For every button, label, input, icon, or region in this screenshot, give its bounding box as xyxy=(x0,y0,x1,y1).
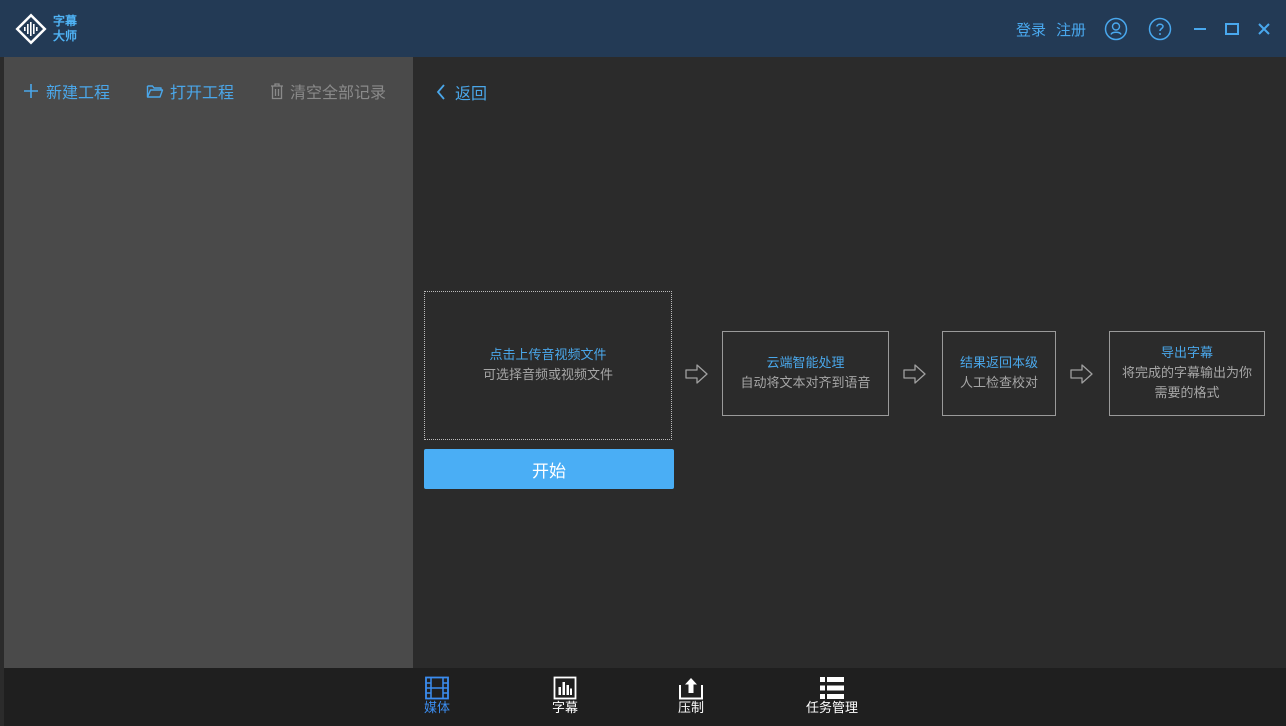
close-icon[interactable] xyxy=(1256,21,1272,37)
upload-icon xyxy=(679,678,703,700)
upload-dropzone[interactable]: 点击上传音视频文件 可选择音频或视频文件 xyxy=(424,291,672,440)
title-bar: 字幕 大师 登录 注册 xyxy=(0,0,1286,57)
trash-icon xyxy=(271,83,284,100)
upload-subtitle: 可选择音频或视频文件 xyxy=(482,367,613,383)
help-icon[interactable] xyxy=(1148,17,1172,41)
nav-media[interactable]: 媒体 xyxy=(424,676,450,717)
arrow-right-icon xyxy=(685,364,708,384)
new-project-button[interactable]: 新建工程 xyxy=(22,79,110,103)
film-icon xyxy=(425,676,449,700)
bottom-nav: 媒体 字幕 压制 任务管理 xyxy=(4,668,1286,726)
user-icon[interactable] xyxy=(1104,17,1128,41)
main-workspace: 返回 点击上传音视频文件 可选择音频或视频文件 开始 云端智能处理 自动将文本对… xyxy=(413,57,1286,668)
clear-records-button[interactable]: 清空全部记录 xyxy=(270,79,386,103)
open-project-label: 打开工程 xyxy=(170,83,235,102)
step-title: 云端智能处理 xyxy=(766,355,845,371)
nav-encode[interactable]: 压制 xyxy=(678,676,704,717)
step-title: 结果返回本级 xyxy=(959,355,1038,371)
step-export-subtitles: 导出字幕 将完成的字幕输出为你需要的格式 xyxy=(1109,331,1265,416)
arrow-right-icon xyxy=(1070,364,1093,384)
new-project-label: 新建工程 xyxy=(46,83,111,102)
step-desc: 人工检查校对 xyxy=(959,375,1038,391)
maximize-icon[interactable] xyxy=(1224,21,1240,37)
back-label: 返回 xyxy=(455,84,488,103)
step-desc: 自动将文本对齐到语音 xyxy=(740,375,871,391)
logo-icon xyxy=(15,13,47,45)
nav-task-management[interactable]: 任务管理 xyxy=(806,676,858,717)
app-name-line2: 大师 xyxy=(53,29,78,43)
nav-subtitles-label: 字幕 xyxy=(552,701,579,716)
project-sidebar: 新建工程 打开工程 清空全部记录 xyxy=(4,57,413,668)
app-logo: 字幕 大师 xyxy=(14,12,77,46)
bar-chart-icon xyxy=(553,676,577,700)
minimize-icon[interactable] xyxy=(1192,21,1208,37)
clear-records-label: 清空全部记录 xyxy=(290,83,387,102)
step-desc: 将完成的字幕输出为你需要的格式 xyxy=(1121,365,1252,401)
step-cloud-processing: 云端智能处理 自动将文本对齐到语音 xyxy=(722,331,889,416)
upload-title: 点击上传音视频文件 xyxy=(489,347,607,363)
sidebar-toolbar: 新建工程 打开工程 清空全部记录 xyxy=(22,79,386,103)
register-link[interactable]: 注册 xyxy=(1056,19,1086,40)
app-name-line1: 字幕 xyxy=(53,14,78,28)
folder-open-icon xyxy=(146,85,164,98)
step-result-return: 结果返回本级 人工检查校对 xyxy=(942,331,1056,416)
step-title: 导出字幕 xyxy=(1160,345,1213,361)
nav-subtitles[interactable]: 字幕 xyxy=(552,676,578,717)
list-icon xyxy=(820,677,844,699)
nav-task-management-label: 任务管理 xyxy=(806,701,859,716)
nav-media-label: 媒体 xyxy=(424,701,451,716)
back-button[interactable]: 返回 xyxy=(435,80,487,104)
chevron-left-icon xyxy=(436,84,445,100)
start-button[interactable]: 开始 xyxy=(424,449,674,489)
nav-encode-label: 压制 xyxy=(678,701,705,716)
plus-icon xyxy=(24,84,38,98)
open-project-button[interactable]: 打开工程 xyxy=(146,79,234,103)
login-link[interactable]: 登录 xyxy=(1016,19,1046,40)
arrow-right-icon xyxy=(903,364,926,384)
app-name: 字幕 大师 xyxy=(53,14,77,44)
